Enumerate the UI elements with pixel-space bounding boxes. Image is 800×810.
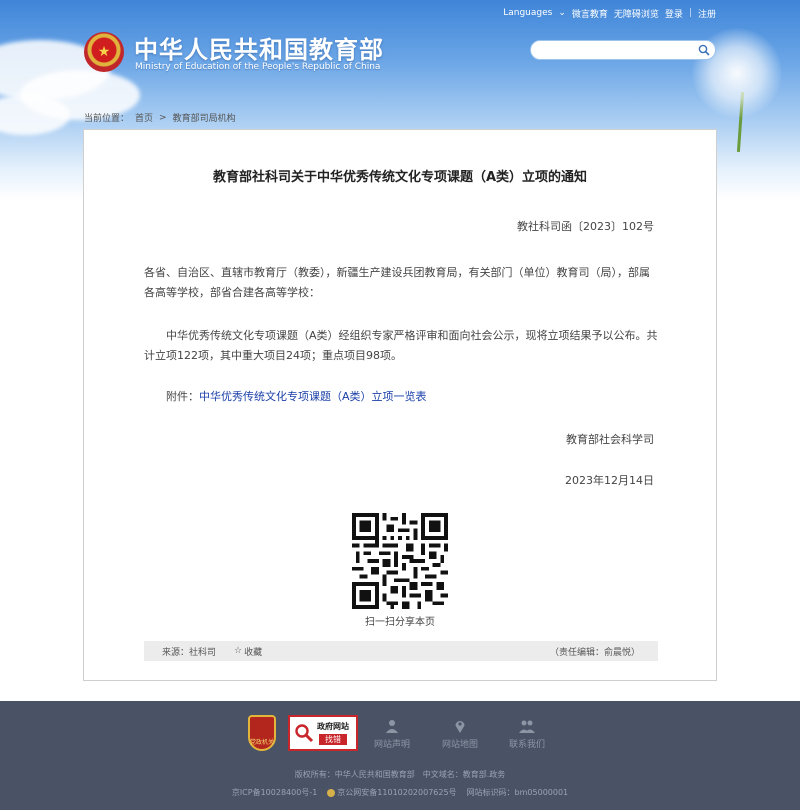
site-statement-link[interactable]: 网站声明	[367, 719, 417, 750]
site-subtitle: Ministry of Education of the People's Re…	[135, 62, 381, 72]
accessibility-link[interactable]: 无障碍浏览	[614, 7, 659, 20]
party-gov-badge[interactable]: 党政机关	[248, 715, 276, 751]
breadcrumb-prefix: 当前位置：	[84, 114, 130, 124]
national-emblem-icon: ★	[84, 32, 124, 72]
police-record-label: 京公网安备11010202007625号	[337, 788, 457, 797]
separator: |	[688, 8, 692, 18]
gov-site-error-report-badge[interactable]: 政府网站 找错	[288, 715, 358, 751]
search-icon[interactable]	[698, 44, 710, 56]
find-badge-sub: 找错	[319, 734, 347, 745]
attachment-label: 附件：	[166, 390, 199, 403]
chevron-down-icon: ⌄	[558, 8, 566, 18]
registration-info: 京ICP备10028400号-1 京公网安备11010202007625号 网站…	[0, 787, 800, 798]
magnifier-icon	[295, 724, 314, 743]
site-code: 网站标识码：bm05000001	[466, 788, 569, 797]
article-meta-bar: 来源：社科司 ☆ 收藏 （责任编辑：俞晨悦）	[144, 641, 658, 661]
article-panel: 教育部社科司关于中华优秀传统文化专项课题（A类）立项的通知 教社科司函〔2023…	[83, 129, 717, 681]
star-icon: ☆	[234, 646, 243, 656]
article-title: 教育部社科司关于中华优秀传统文化专项课题（A类）立项的通知	[212, 170, 588, 185]
site-statement-label: 网站声明	[373, 740, 410, 750]
favorite-button[interactable]: ☆ 收藏	[234, 645, 262, 658]
site-map-link[interactable]: 网站地图	[435, 719, 485, 750]
source-label: 来源：社科司	[162, 647, 217, 658]
badge-gov-label: 党政机关	[250, 739, 275, 746]
document-number: 教社科司函〔2023〕102号	[517, 220, 654, 233]
body-paragraph: 中华优秀传统文化专项课题（A类）经组织专家严格评审和面向社会公示，现将立项结果予…	[144, 329, 658, 362]
breadcrumb: 当前位置： 首页 > 教育部司局机构	[84, 111, 236, 125]
weiyan-edu-link[interactable]: 微言教育	[572, 7, 608, 20]
contact-us-link[interactable]: 联系我们	[502, 719, 552, 750]
favorite-label: 收藏	[244, 647, 263, 658]
attachment-link[interactable]: 中华优秀传统文化专项课题（A类）立项一览表	[199, 390, 427, 403]
breadcrumb-home-link[interactable]: 首页	[135, 111, 153, 124]
person-icon	[386, 720, 398, 733]
addressee-paragraph: 各省、自治区、直辖市教育厅（教委），新疆生产建设兵团教育局，有关部门（单位）教育…	[144, 266, 650, 299]
search-input[interactable]	[531, 41, 691, 59]
languages-link[interactable]: Languages	[503, 8, 552, 18]
map-pin-icon	[455, 721, 465, 733]
signature: 教育部社会科学司	[566, 433, 654, 446]
editor-label: （责任编辑：俞晨悦）	[549, 647, 640, 658]
attachment-line: 附件：中华优秀传统文化专项课题（A类）立项一览表	[166, 388, 427, 404]
site-map-label: 网站地图	[441, 740, 478, 750]
find-badge-title: 政府网站	[317, 722, 349, 731]
contact-us-label: 联系我们	[508, 740, 545, 750]
top-links-bar: Languages ⌄ 微言教育 无障碍浏览 登录 | 注册	[503, 6, 716, 20]
site-title: 中华人民共和国教育部	[134, 35, 384, 64]
site-footer: 党政机关 政府网站 找错 网站声明 网站地图 联系我们 版权所有：中华人民共和国…	[0, 701, 800, 810]
copyright-text: 版权所有：中华人民共和国教育部 中文域名：教育部.政务	[294, 770, 506, 779]
breadcrumb-separator: >	[159, 112, 167, 123]
qr-caption: 扫一扫分享本页	[365, 617, 435, 628]
publish-date: 2023年12月14日	[565, 474, 654, 487]
search-box	[530, 40, 716, 60]
police-record[interactable]: 京公网安备11010202007625号	[327, 787, 457, 798]
register-link[interactable]: 注册	[698, 7, 716, 20]
qr-code-icon	[352, 513, 448, 609]
icp-number[interactable]: 京ICP备10028400号-1	[232, 787, 317, 798]
police-badge-icon	[327, 788, 336, 797]
login-link[interactable]: 登录	[665, 7, 683, 20]
people-icon	[519, 720, 535, 733]
breadcrumb-current-link[interactable]: 教育部司局机构	[173, 111, 236, 124]
